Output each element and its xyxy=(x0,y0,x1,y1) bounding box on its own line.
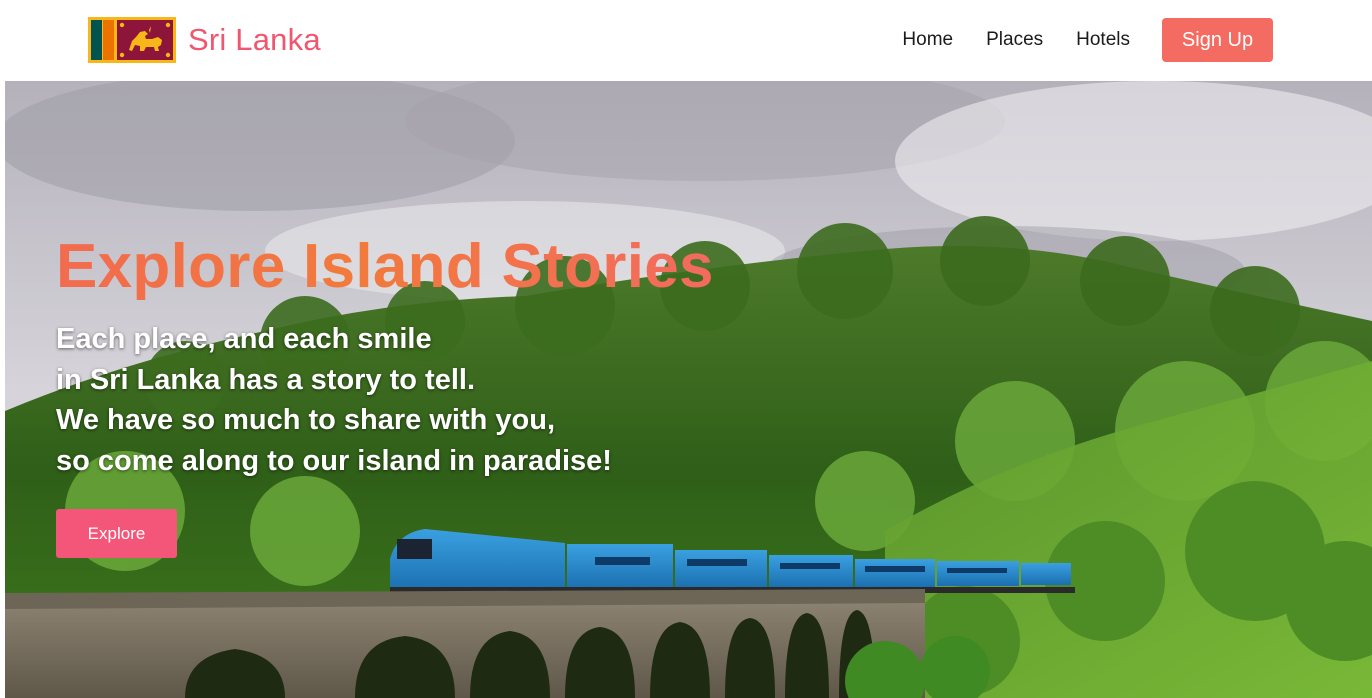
hero-tagline: Each place, and each smile in Sri Lanka … xyxy=(56,319,612,481)
hero-tagline-line: in Sri Lanka has a story to tell. xyxy=(56,363,476,396)
sign-up-button[interactable]: Sign Up xyxy=(1162,18,1273,62)
nav-link-places[interactable]: Places xyxy=(986,29,1043,51)
hero-title: Explore Island Stories xyxy=(56,232,714,301)
nav-links: Home Places Hotels Sign Up xyxy=(902,18,1273,62)
nav-link-home[interactable]: Home xyxy=(902,29,953,51)
hero-section: Explore Island Stories Each place, and e… xyxy=(5,81,1372,698)
navbar: Sri Lanka Home Places Hotels Sign Up xyxy=(0,0,1372,81)
hero-tagline-line: so come along to our island in paradise! xyxy=(56,444,612,477)
nav-link-hotels[interactable]: Hotels xyxy=(1076,29,1130,51)
hero-tagline-line: We have so much to share with you, xyxy=(56,404,556,436)
brand-name: Sri Lanka xyxy=(188,22,321,57)
sri-lanka-flag-icon xyxy=(88,17,176,63)
brand-logo-link[interactable]: Sri Lanka xyxy=(88,17,321,63)
hero-tagline-line: Each place, and each smile xyxy=(56,323,432,355)
explore-button[interactable]: Explore xyxy=(56,509,177,558)
